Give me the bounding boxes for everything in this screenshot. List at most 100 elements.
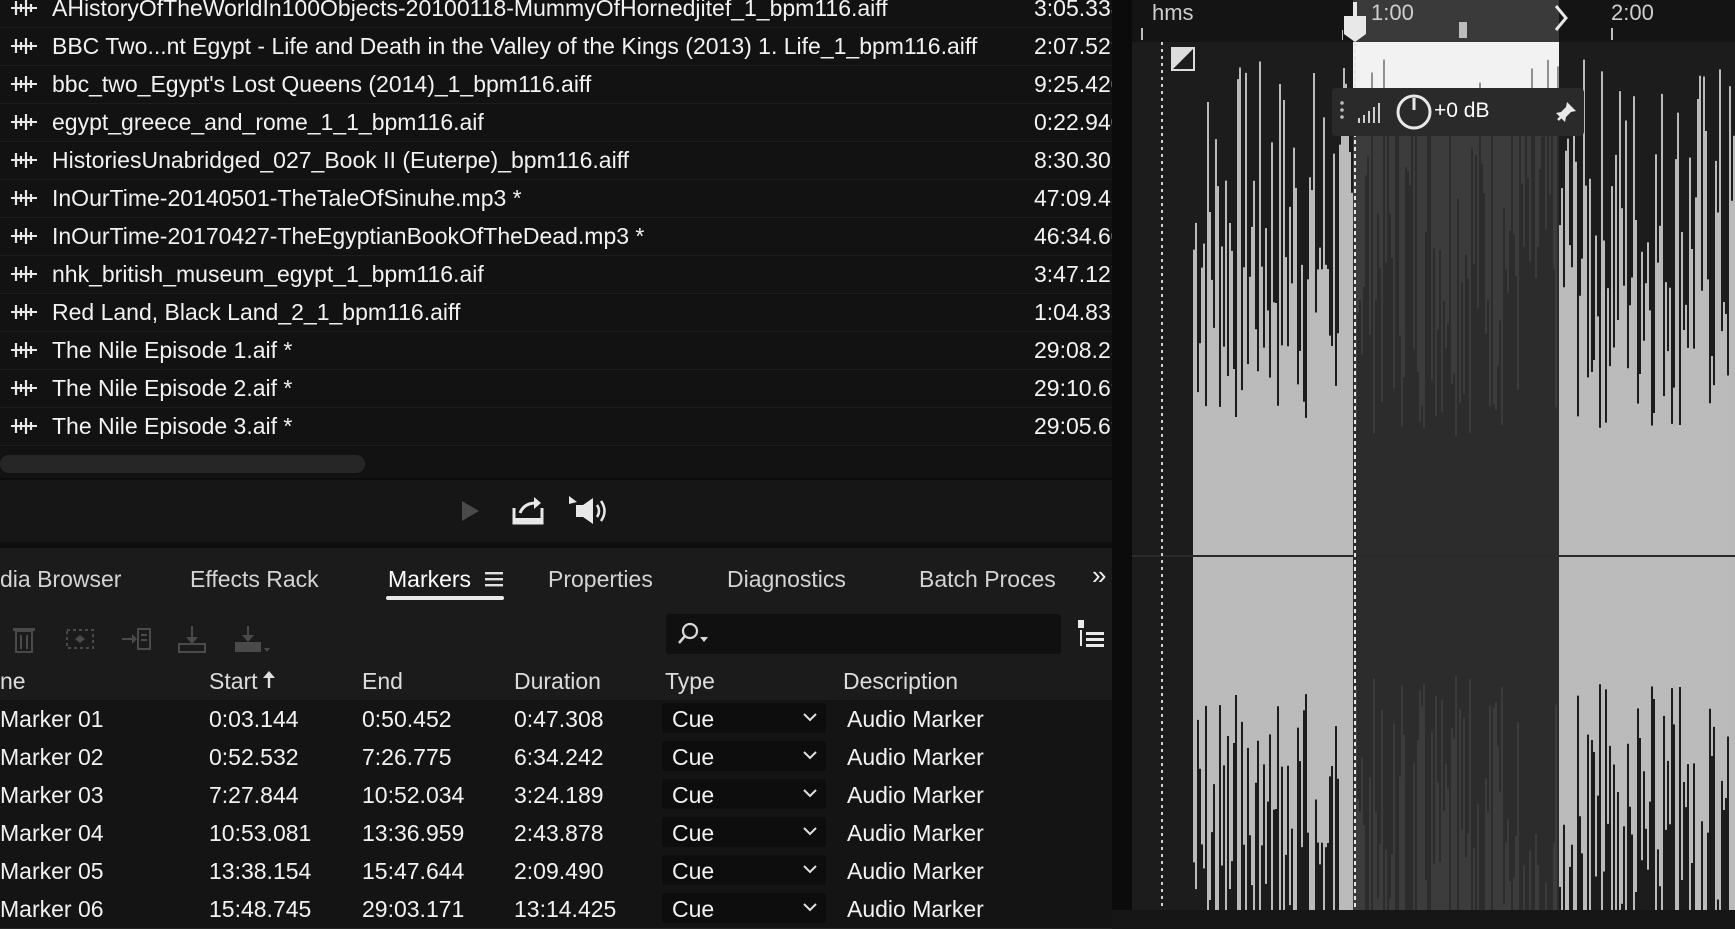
waveform-display[interactable] [1132,0,1735,910]
chevron-down-icon [803,827,817,836]
marker-type-value: Cue [672,858,715,884]
file-duration: 29:08.23 [1034,336,1112,363]
tab-markers[interactable]: Markers [388,566,471,593]
marker-search-input[interactable] [666,614,1061,654]
file-list-item[interactable]: InOurTime-20170427-TheEgyptianBookOfTheD… [0,217,1112,256]
selection-start-handle[interactable] [1340,2,1370,42]
selection-end-handle[interactable] [1552,4,1572,34]
file-list-item[interactable]: InOurTime-20140501-TheTaleOfSinuhe.mp3 *… [0,179,1112,218]
marker-duration: 3:24.189 [514,782,604,808]
marker-type-value: Cue [672,782,715,808]
tab-diagnostics[interactable]: Diagnostics [727,566,846,593]
marker-row[interactable]: Marker 04 10:53.081 13:36.959 2:43.878 Audio… [0,814,1112,853]
column-type[interactable]: Type [665,668,715,695]
file-name: AHistoryOfTheWorldIn100Objects-20100118-… [52,0,888,21]
marker-end: 15:47.644 [362,858,465,884]
tab-properties[interactable]: Properties [548,566,653,593]
marker-row[interactable]: Marker 01 0:03.144 0:50.452 0:47.308 Audio M… [0,700,1112,739]
waveform-file-icon [11,190,37,206]
waveform-file-icon [11,152,37,168]
panel-splitter[interactable] [1112,0,1132,910]
marker-type-select[interactable]: Cue [662,703,826,733]
waveform-file-icon [11,76,37,92]
speaker-icon[interactable] [566,494,612,528]
waveform-file-icon [11,228,37,244]
file-name: InOurTime-20170427-TheEgyptianBookOfTheD… [52,222,645,249]
marker-row[interactable]: Marker 03 7:27.844 10:52.034 3:24.189 Audio … [0,776,1112,815]
marker-type-select[interactable]: Cue [662,779,826,809]
file-list-item[interactable]: HistoriesUnabridged_027_Book II (Euterpe… [0,141,1112,180]
file-list-item[interactable]: BBC Two...nt Egypt - Life and Death in t… [0,27,1112,66]
marker-type-value: Cue [672,744,715,770]
waveform-file-icon [11,342,37,358]
column-start[interactable]: Start [209,668,258,695]
marker-name: Marker 04 [0,820,104,846]
marker-type-select[interactable]: Cue [662,855,826,885]
file-list-item[interactable]: egypt_greece_and_rome_1_1_bpm116.aif 0:22… [0,103,1112,142]
file-name: BBC Two...nt Egypt - Life and Death in t… [52,32,978,59]
file-list-item[interactable]: The Nile Episode 3.aif * 29:05.69 [0,407,1112,446]
hud-gain-control[interactable]: +0 dB [1332,88,1584,136]
fade-in-handle-icon[interactable] [1170,46,1196,72]
marker-duration: 2:43.878 [514,820,604,846]
volume-knob[interactable] [1394,92,1434,132]
marker-end: 13:36.959 [362,820,465,846]
export-audio-icon[interactable] [176,624,208,654]
hud-grip-icon[interactable] [1338,98,1358,126]
tab-overflow-icon[interactable]: » [1092,560,1106,591]
chevron-down-icon [803,865,817,874]
column-duration[interactable]: Duration [514,668,601,695]
ruler-ticks [1342,22,1613,40]
export-icon[interactable] [510,494,546,528]
marker-description: Audio Marker [847,744,984,770]
file-duration: 2:07.529 [1034,32,1112,59]
tab-batch-process[interactable]: Batch Proces [919,566,1056,593]
file-name: bbc_two_Egypt's Lost Queens (2014)_1_bpm… [52,70,592,97]
tab-bar: dia Browser Effects Rack Markers Propert… [0,548,1112,606]
file-duration: 3:47.127 [1034,260,1112,287]
panel-menu-icon[interactable] [484,570,504,588]
file-name: egypt_greece_and_rome_1_1_bpm116.aif [52,108,484,135]
file-name: The Nile Episode 2.aif * [52,374,293,401]
chevron-down-icon [803,789,817,798]
marker-row[interactable]: Marker 02 0:52.532 7:26.775 6:34.242 Audio M… [0,738,1112,777]
waveform-editor[interactable]: hms 1:00 2:00 +0 dB [1132,0,1735,910]
file-name: InOurTime-20140501-TheTaleOfSinuhe.mp3 * [52,184,522,211]
file-duration: 3:05.338 [1034,0,1112,21]
marker-duration: 2:09.490 [514,858,604,884]
marker-duration: 0:47.308 [514,706,604,732]
chevron-down-icon [803,751,817,760]
marker-type-select[interactable]: Cue [662,817,826,847]
file-list-item[interactable]: The Nile Episode 2.aif * 29:10.69 [0,369,1112,408]
marker-type-select[interactable]: Cue [662,741,826,771]
column-name[interactable]: ne [0,668,26,695]
column-description[interactable]: Description [843,668,958,695]
horizontal-scrollbar[interactable] [0,455,365,473]
file-list-item[interactable]: Red Land, Black Land_2_1_bpm116.aiff 1:04… [0,293,1112,332]
pin-icon[interactable] [1554,100,1578,124]
file-list-item[interactable]: The Nile Episode 1.aif * 29:08.23 [0,331,1112,370]
marker-description: Audio Marker [847,858,984,884]
file-duration: 47:09.45 [1034,184,1112,211]
filter-list-icon[interactable] [1076,618,1106,650]
waveform-file-icon [11,380,37,396]
file-duration: 9:25.420 [1034,70,1112,97]
active-tab-indicator [386,596,504,600]
play-icon[interactable] [452,494,488,528]
marker-row[interactable]: Marker 05 13:38.154 15:47.644 2:09.490 Audio… [0,852,1112,891]
tab-effects-rack[interactable]: Effects Rack [190,566,319,593]
file-duration: 0:22.940 [1034,108,1112,135]
delete-marker-icon[interactable] [8,624,40,654]
level-meter-icon [1358,103,1380,123]
merge-markers-icon[interactable] [64,624,96,654]
batch-process-icon[interactable] [232,624,274,654]
file-list-item[interactable]: AHistoryOfTheWorldIn100Objects-20100118-… [0,0,1112,28]
file-list-item[interactable]: nhk_british_museum_egypt_1_bpm116.aif 3:4… [0,255,1112,294]
marker-type-select[interactable]: Cue [662,893,826,923]
file-list-item[interactable]: bbc_two_Egypt's Lost Queens (2014)_1_bpm… [0,65,1112,104]
tab-media-browser[interactable]: dia Browser [0,566,121,593]
markers-table-header: ne Start End Duration Type Description [0,662,1112,700]
column-end[interactable]: End [362,668,403,695]
marker-end: 10:52.034 [362,782,465,808]
insert-to-playlist-icon[interactable] [120,624,152,654]
